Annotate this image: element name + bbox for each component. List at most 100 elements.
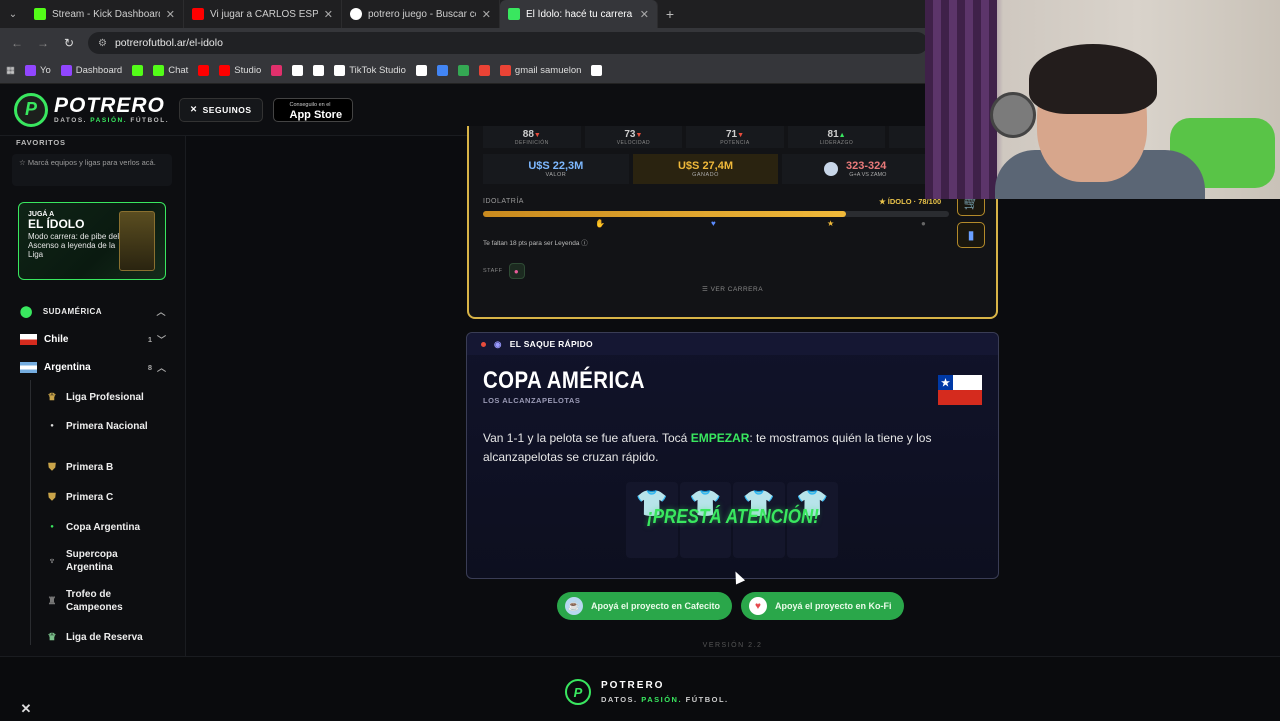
league-supercopa-argentina[interactable]: ♆ Supercopa Argentina [46,548,166,574]
country-name: Chile [44,333,69,345]
bookmark-item[interactable] [457,65,469,76]
league-liga-de-reserva[interactable]: ♛ Liga de Reserva [46,630,166,644]
chevron-up-icon[interactable]: ︿ [157,361,166,374]
bookmark-label: TikTok Studio [349,65,406,76]
reload-icon[interactable]: ↻ [58,32,80,54]
value-label: VALOR [545,172,567,178]
curtain-image [925,0,997,199]
main-content: 88▼ DEFINICIÓN 73▼ VELOCIDAD 71▼ POTENCIA 81▲ L… [186,126,999,656]
league-name: Trofeo de Campeones [66,589,123,613]
pin-icon: ⬤ [20,305,33,318]
chevron-down-icon[interactable]: ﹀ [157,333,166,346]
milestone-hand-icon: ✋ [595,219,605,228]
vs-score: 323-324 [845,160,887,172]
footer-tagline: DATOS. PASIÓN. FÚTBOL. [601,695,729,704]
bookmark-label: Chat [168,65,189,76]
footer-brand: POTRERO [601,680,665,691]
footer-logo[interactable]: P POTRERO DATOS. PASIÓN. FÚTBOL. [565,679,729,705]
see-career-link[interactable]: ☰ VER CARRERA [469,285,996,293]
favorites-empty: ☆ Marcá equipos y ligas para verlos acá. [12,154,172,186]
url-field[interactable]: ⚙ potrerofutbol.ar/el-idolo [88,32,928,54]
tab-title: Vi jugar a CARLOS ESPÍ y descu [210,8,318,20]
bookmark-item[interactable]: Studio [219,65,261,76]
brain-icon[interactable]: ● [508,263,525,279]
close-icon[interactable]: ✕ [482,8,491,21]
chevron-up-icon[interactable]: ︿ [156,305,166,318]
star-icon: ☆ [19,158,28,167]
bookmark-item[interactable] [591,65,603,76]
bookmark-item[interactable] [271,65,283,76]
apps-icon[interactable]: ▦ [6,65,15,76]
bookmark-item[interactable]: Yo [24,65,51,76]
app-store-small: Conseguilo en el [289,101,331,108]
bookmark-icon [60,65,72,76]
site-info-icon[interactable]: ⚙ [98,38,107,49]
bookmark-item[interactable] [415,65,427,76]
back-icon[interactable]: ← [6,32,28,54]
bookmark-icon [591,65,603,76]
bookmark-item[interactable] [436,65,448,76]
attention-banner: ¡PRESTÁ ATENCIÓN! [647,506,819,528]
tab-el-idolo[interactable]: El Ídolo: hacé tu carrera en la L ✕ [500,0,658,28]
fan-image [990,92,1036,138]
country-argentina[interactable]: Argentina 8 ︿ [20,360,166,374]
close-icon[interactable]: ✕ [166,8,175,21]
tab-search-icon[interactable]: ⌄ [0,0,26,28]
bookmark-item[interactable]: gmail samuelon [499,65,581,76]
tab-kick-dashboard[interactable]: Stream - Kick Dashboard ✕ [26,0,184,28]
bookmark-label: Dashboard [75,65,123,76]
country-name: Argentina [44,361,91,373]
forward-icon[interactable]: → [32,32,54,54]
game-card: ◉ EL SAQUE RÁPIDO COPA AMÉRICA LOS ALCAN… [466,332,999,579]
league-primera-b[interactable]: ⛊ Primera B [46,460,166,474]
cup-icon: ♜ [47,595,57,607]
bookmark-item[interactable]: Chat [153,65,188,76]
country-count: 8 [147,362,152,372]
bookmark-icon [415,65,427,76]
bookmark-item[interactable] [292,65,304,76]
tab-youtube[interactable]: Vi jugar a CARLOS ESPÍ y descu ✕ [184,0,342,28]
kofi-button[interactable]: ♥ Apoyá el proyecto en Ko-Fi [741,592,904,620]
bookmark-icon [198,65,210,76]
potrero-icon [508,8,520,20]
league-name: Supercopa Argentina [66,549,118,573]
x-icon[interactable]: ✕ [14,697,38,721]
league-primera-nacional[interactable]: ● Primera Nacional [46,419,166,433]
country-count: 1 [147,334,152,344]
potrero-logo[interactable]: P POTRERO DATOS. PASIÓN. FÚTBOL. [14,92,169,127]
league-liga-profesional[interactable]: ♛ Liga Profesional [46,390,166,404]
region-sudamerica[interactable]: ⬤ SUDAMÉRICA ︿ [20,304,166,318]
bookmark-item[interactable] [132,65,144,76]
shield-icon: ⛊ [48,491,56,503]
bookmark-item[interactable] [198,65,210,76]
league-copa-argentina[interactable]: ● Copa Argentina [46,520,166,534]
league-trofeo-de-campeones[interactable]: ♜ Trofeo de Campeones [46,588,166,614]
locker-icon[interactable]: ▮ [957,222,985,248]
ball-icon: ◉ [494,338,502,349]
career-card: 88▼ DEFINICIÓN 73▼ VELOCIDAD 71▼ POTENCIA 81▲ L… [467,126,998,319]
league-primera-c[interactable]: ⛊ Primera C [46,490,166,504]
bookmark-item[interactable] [313,65,325,76]
bookmark-item[interactable] [478,65,490,76]
league-name: Liga de Reserva [66,631,143,643]
chile-flag-icon [20,333,37,345]
el-idolo-promo[interactable]: JUGÁ A EL ÍDOLO Modo carrera: de pibe de… [18,202,166,280]
idolatry-progress-bar [483,211,949,217]
tab-google-search[interactable]: potrero juego - Buscar con Go ✕ [342,0,500,28]
favorites-hint: Marcá equipos y ligas para verlos acá. [27,158,156,167]
country-chile[interactable]: Chile 1 ﹀ [20,332,166,346]
close-icon[interactable]: ✕ [324,8,333,21]
bookmark-label: Studio [234,65,262,76]
follow-button[interactable]: ✕ SEGUINOS [179,97,263,122]
cafecito-button[interactable]: ☕ Apoyá el proyecto en Cafecito [557,592,733,620]
bookmark-item[interactable]: Dashboard [60,65,123,76]
stat-value: 73▼ [624,128,643,140]
shield-icon: ⛊ [48,461,56,473]
bookmark-item[interactable]: TikTok Studio [334,65,406,76]
app-store-button[interactable]: Conseguilo en el App Store [272,97,354,122]
potrero-logo-icon: P [14,92,48,127]
close-icon[interactable]: ✕ [640,8,649,21]
youtube-icon [192,8,204,20]
new-tab-button[interactable]: + [658,6,682,22]
version-label: VERSIÓN 2.2 [702,642,763,649]
